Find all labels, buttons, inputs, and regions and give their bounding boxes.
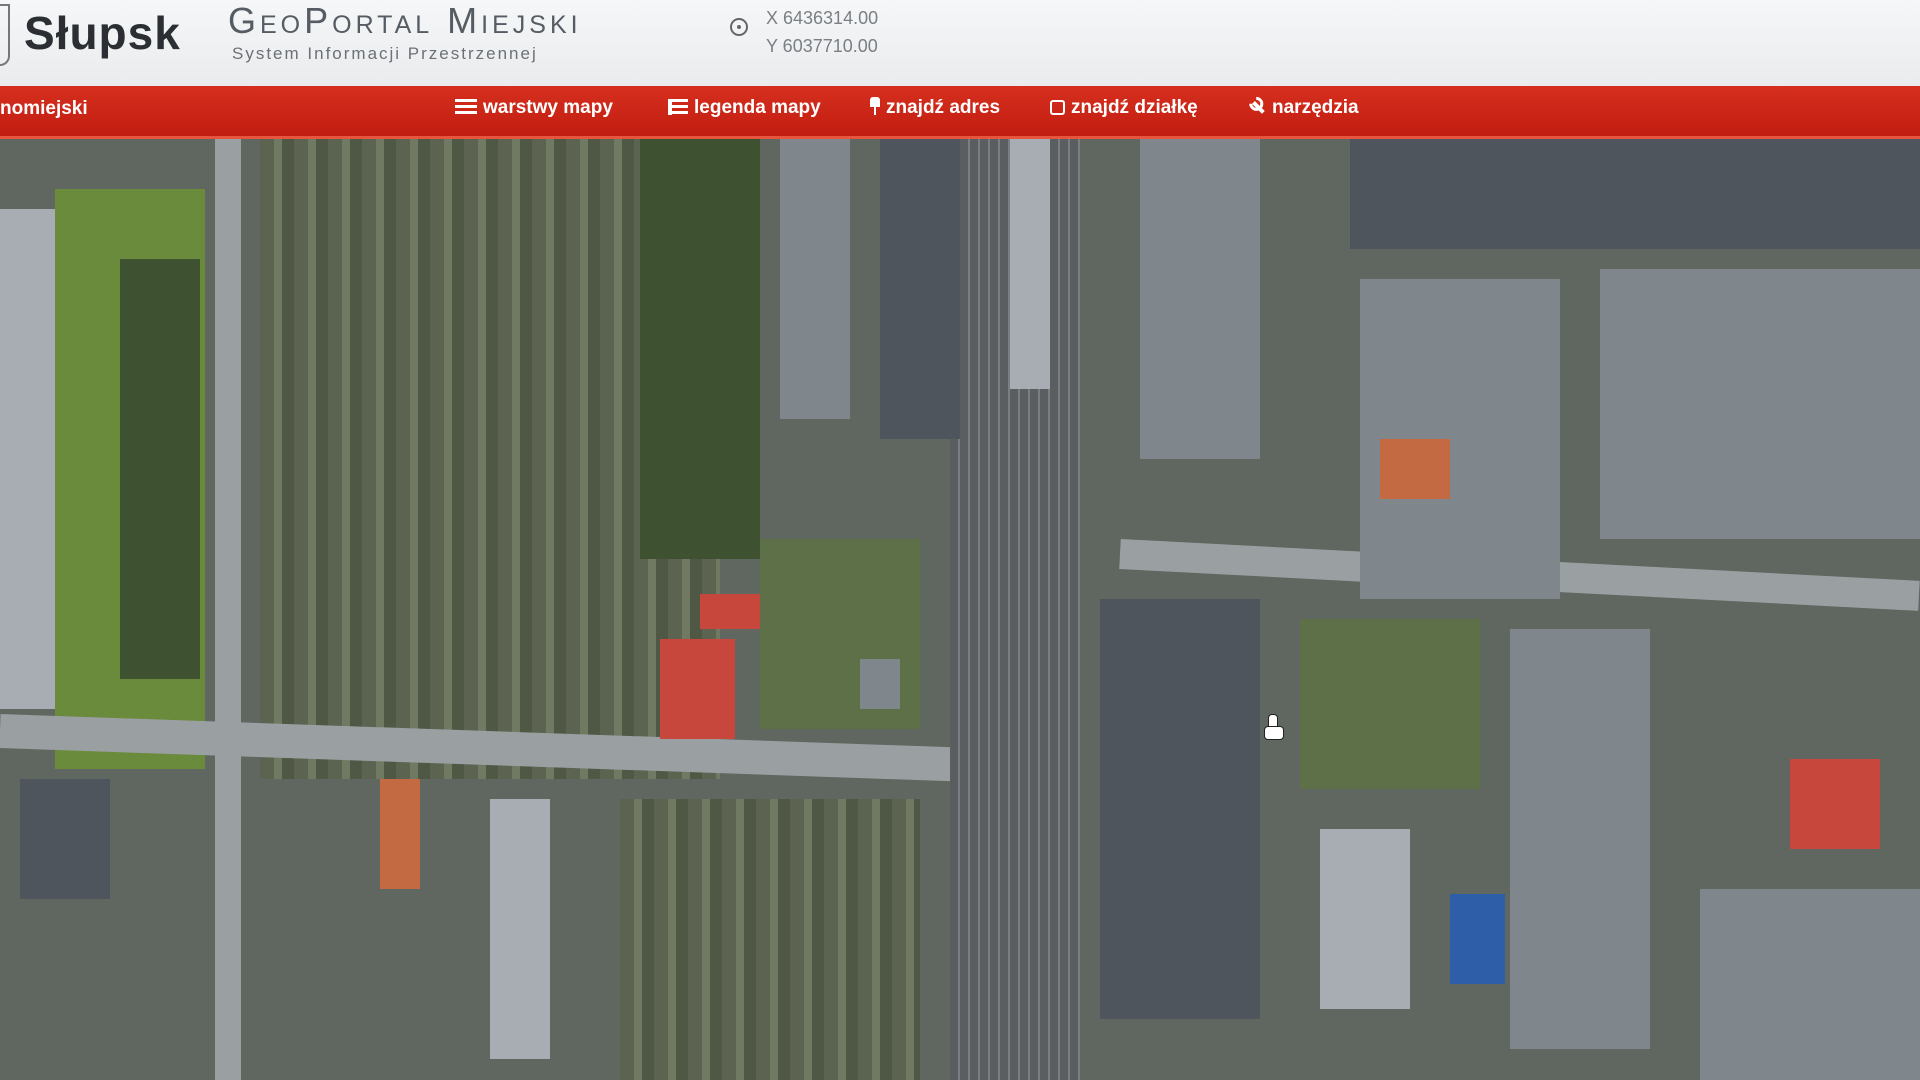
hand-cursor-icon: [1262, 714, 1284, 740]
nav-find-address-label: znajdź adres: [886, 97, 1001, 118]
pin-icon: [870, 97, 880, 115]
nav-map-legend-label: legenda mapy: [694, 97, 821, 118]
map-allotment-gardens: [620, 799, 920, 1080]
map-building: [1320, 829, 1410, 1009]
map-building-block: [1510, 629, 1650, 1049]
map-building: [490, 799, 550, 1059]
coordinate-y: Y 6037710.00: [766, 36, 878, 56]
nav-map-layers[interactable]: warstwy mapy: [455, 97, 613, 119]
map-building: [1380, 439, 1450, 499]
coordinate-x: X 6436314.00: [766, 8, 879, 28]
map-station-roof: [880, 139, 960, 439]
map-building-block: [1600, 269, 1920, 539]
city-name: Słupsk: [24, 7, 181, 59]
map-building-block: [1140, 139, 1260, 459]
nav-find-parcel-label: znajdź działkę: [1071, 97, 1198, 118]
map-platform: [1010, 139, 1050, 389]
map-warehouse: [780, 139, 850, 419]
map-building: [20, 779, 110, 899]
crosshair-icon: [730, 18, 748, 36]
wrench-icon: [1244, 93, 1269, 118]
nav-find-parcel[interactable]: znajdź działkę: [1050, 97, 1198, 119]
map-tree-area: [640, 139, 760, 559]
nav-tools-label: narzędzia: [1272, 97, 1359, 118]
map-courtyard-trees: [1300, 619, 1480, 789]
map-building: [0, 209, 55, 709]
map-tree-row: [120, 259, 200, 679]
main-navbar: nomiejski warstwy mapy legenda mapy znaj…: [0, 86, 1920, 139]
nav-tools[interactable]: narzędzia: [1248, 97, 1359, 119]
nav-map-layers-label: warstwy mapy: [483, 97, 613, 118]
map-building: [860, 659, 900, 709]
list-icon: [455, 99, 477, 115]
map-building: [380, 779, 420, 889]
city-crest-icon: [0, 4, 10, 66]
nav-map-legend[interactable]: legenda mapy: [668, 97, 821, 119]
nav-find-address[interactable]: znajdź adres: [870, 97, 1000, 119]
nav-home-link[interactable]: nomiejski: [0, 98, 88, 120]
map-street: [215, 139, 241, 1080]
map-building-block: [1350, 139, 1920, 249]
map-sports-court: [1790, 759, 1880, 849]
map-blue-roof-building: [1450, 894, 1505, 984]
portal-subtitle: System Informacji Przestrzennej: [232, 44, 538, 63]
aerial-map-view[interactable]: [0, 139, 1920, 1080]
map-building-block: [1100, 599, 1260, 1019]
legend-icon: [668, 99, 688, 115]
app-header: Słupsk GeoPortal Miejski System Informac…: [0, 0, 1920, 87]
map-red-roof-building: [660, 639, 735, 739]
square-icon: [1050, 100, 1065, 115]
map-building-block: [1700, 889, 1920, 1080]
portal-title: GeoPortal Miejski: [228, 0, 582, 41]
